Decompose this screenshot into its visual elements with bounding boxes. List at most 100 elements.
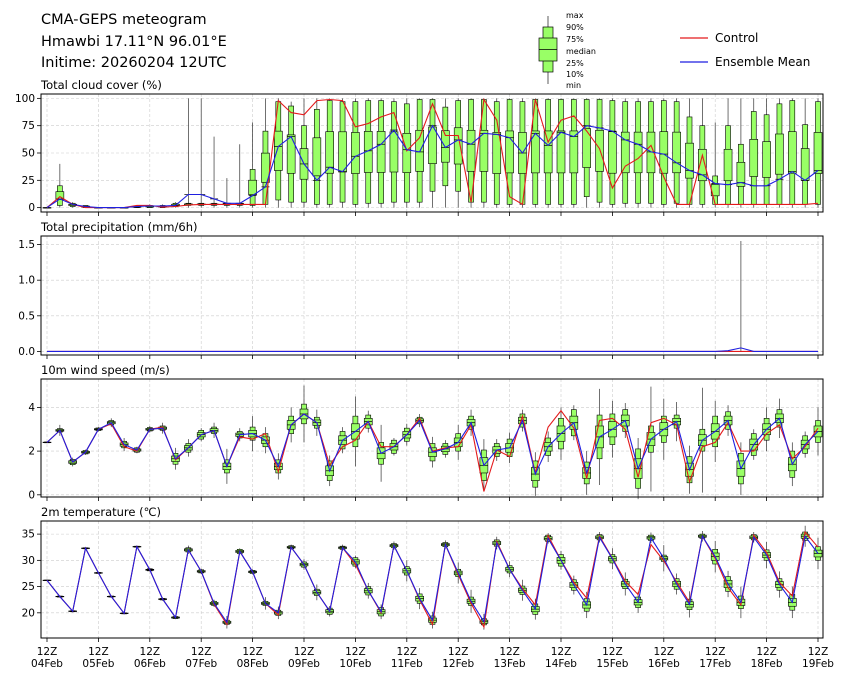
panel-cloud: Total cloud cover (%) 0 25 50 75 100	[15, 78, 824, 216]
x-tick-hour: 12Z	[140, 646, 161, 658]
x-tick-date: 16Feb	[648, 658, 680, 670]
location-label: Hmawbi 17.11°N 96.01°E	[41, 34, 227, 50]
box-p25-p75	[672, 131, 681, 174]
box-p25-p75	[608, 131, 617, 174]
y-tick-label: 75	[22, 120, 35, 132]
y-tick-label: 30	[22, 555, 35, 567]
box-p25-p75	[466, 129, 476, 172]
initime-label: Initime: 20260204 12UTC	[41, 55, 226, 71]
y-tick-label: 20	[22, 607, 35, 619]
axes-frame	[40, 235, 824, 356]
x-tick-date: 15Feb	[596, 658, 628, 670]
y-tick-label: 100	[15, 93, 35, 105]
box-p25-p75	[569, 130, 579, 174]
legend-p75: 75%	[566, 35, 584, 44]
x-tick-hour: 12Z	[551, 646, 572, 658]
legend-p90: 90%	[566, 23, 584, 32]
y-tick-label: 0	[28, 489, 35, 501]
box-p25-p75	[376, 131, 386, 173]
box-p25-p75	[633, 131, 643, 174]
y-tick-label: 1.0	[18, 275, 35, 287]
box-p25-p75	[351, 132, 360, 174]
panel-wind: 10m wind speed (m/s) 0 2 4	[28, 363, 824, 501]
y-tick-label: 35	[22, 529, 35, 541]
x-tick-hour: 12Z	[191, 646, 212, 658]
x-tick-date: 05Feb	[82, 658, 114, 670]
box-legend: max 90% 75% median 25% 10% min	[538, 11, 596, 90]
panel-title: Total cloud cover (%)	[40, 78, 162, 92]
y-tick-label: 0	[28, 202, 35, 214]
box-p25-p75	[402, 133, 412, 173]
ensemble-mean-line	[47, 347, 818, 352]
x-tick-hour: 12Z	[654, 646, 675, 658]
box-p25-p75	[800, 148, 810, 181]
legend-median-label: median	[566, 47, 596, 56]
box-p25-p75	[286, 134, 296, 174]
box-p25-p75	[389, 131, 399, 173]
x-tick-date: 07Feb	[185, 658, 217, 670]
x-tick-hour: 12Z	[397, 646, 418, 658]
y-tick-label: 4	[28, 402, 35, 414]
box-p25-p75	[787, 131, 797, 174]
x-tick-date: 12Feb	[442, 658, 474, 670]
x-tick-hour: 12Z	[602, 646, 623, 658]
x-tick-hour: 12Z	[345, 646, 366, 658]
box-p25-p75	[556, 130, 566, 174]
box-p25-p75	[248, 179, 257, 195]
x-tick-hour: 12Z	[448, 646, 469, 658]
x-tick-hour: 12Z	[756, 646, 777, 658]
y-tick-label: 25	[22, 175, 35, 187]
x-tick-hour: 12Z	[88, 646, 109, 658]
panel-title: 10m wind speed (m/s)	[41, 363, 170, 377]
box-p25-p75	[659, 131, 669, 174]
x-tick-date: 13Feb	[494, 658, 526, 670]
box-p25-p75	[595, 129, 604, 172]
x-tick-date: 10Feb	[339, 658, 371, 670]
x-tick-date: 09Feb	[288, 658, 320, 670]
x-tick-hour: 12Z	[808, 646, 829, 658]
box-p25-p75	[762, 141, 771, 178]
legend-p10: 10%	[566, 70, 584, 79]
panel-title: Total precipitation (mm/6h)	[40, 220, 197, 234]
x-tick-date: 17Feb	[699, 658, 731, 670]
y-tick-label: 0.0	[18, 346, 35, 358]
ensemble-mean-line	[46, 534, 819, 624]
x-tick-date: 19Feb	[802, 658, 834, 670]
box-p25-p75	[479, 129, 489, 172]
line-legend: Control Ensemble Mean	[680, 31, 810, 69]
panel-title: 2m temperature (℃)	[41, 505, 161, 519]
chart-title: CMA-GEPS meteogram	[41, 12, 207, 28]
box-p25-p75	[749, 139, 759, 177]
panel-temp: 2m temperature (℃)12Z04Feb12Z05Feb12Z06F…	[22, 505, 835, 670]
legend-control-label: Control	[715, 31, 758, 45]
y-tick-label: 1.5	[18, 239, 35, 251]
panel-precip: Total precipitation (mm/6h) 0.0 0.5 1.0 1.5	[18, 220, 824, 359]
y-tick-label: 0.5	[18, 310, 35, 322]
meteogram: CMA-GEPS meteogram Hmawbi 17.11°N 96.01°…	[15, 11, 835, 670]
x-tick-hour: 12Z	[705, 646, 726, 658]
box-p25-p75	[453, 127, 463, 165]
x-tick-hour: 12Z	[294, 646, 315, 658]
x-tick-date: 11Feb	[391, 658, 423, 670]
y-tick-label: 25	[22, 581, 35, 593]
box-p25-p75	[685, 142, 694, 179]
x-tick-date: 04Feb	[31, 658, 63, 670]
box-p25-p75	[338, 131, 347, 173]
box-p25-p75	[775, 133, 784, 175]
x-tick-date: 08Feb	[237, 658, 269, 670]
box-p25-p75	[312, 137, 322, 177]
box-p25-p75	[273, 130, 283, 171]
x-tick-hour: 12Z	[242, 646, 263, 658]
y-tick-label: 50	[22, 148, 35, 160]
legend-min: min	[566, 81, 581, 90]
legend-mean-label: Ensemble Mean	[715, 55, 810, 69]
box-p25-p75	[723, 148, 733, 182]
box-p25-p75	[813, 132, 823, 174]
x-tick-date: 06Feb	[134, 658, 166, 670]
x-tick-date: 18Feb	[751, 658, 783, 670]
x-tick-date: 14Feb	[545, 658, 577, 670]
legend-max: max	[566, 11, 584, 20]
y-tick-label: 2	[28, 446, 35, 458]
x-tick-hour: 12Z	[499, 646, 520, 658]
x-tick-hour: 12Z	[37, 646, 58, 658]
